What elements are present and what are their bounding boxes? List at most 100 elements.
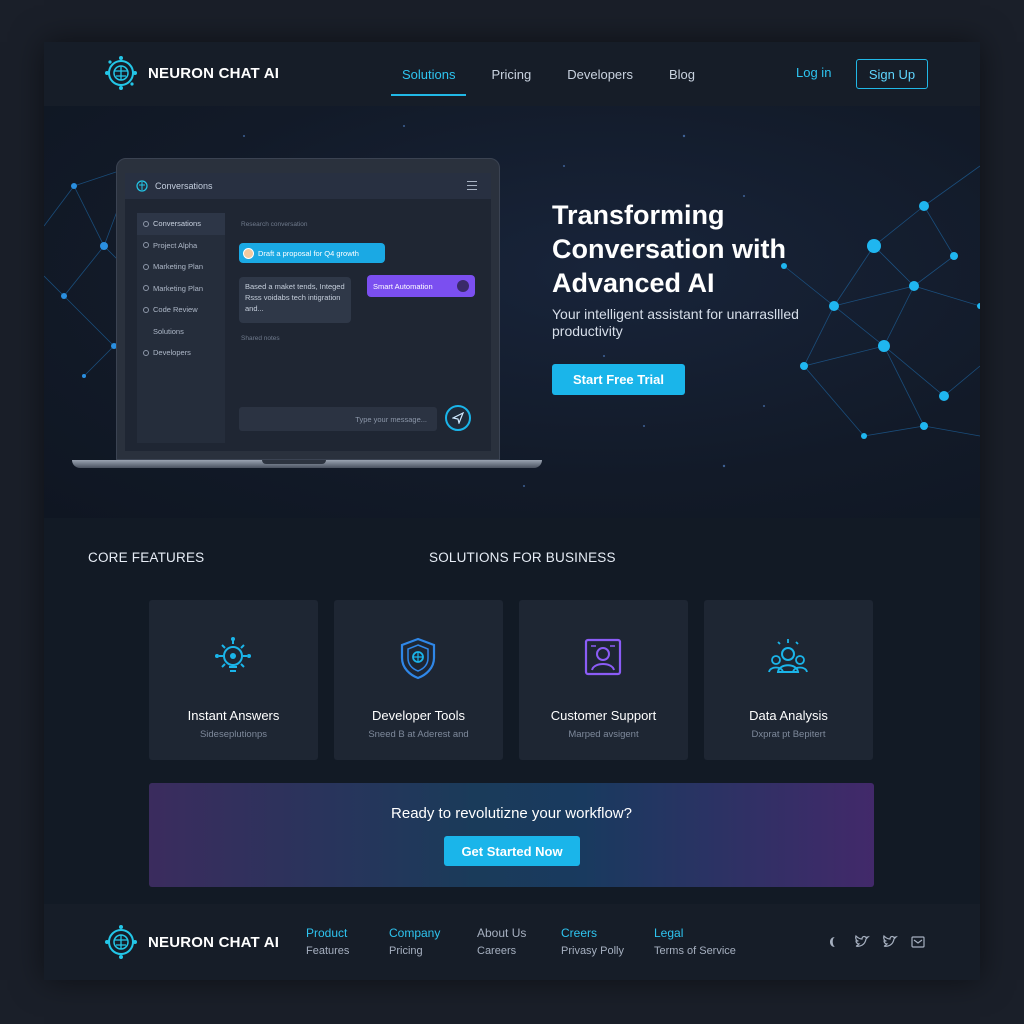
app-screen: Conversations Conversations Project Alph… xyxy=(125,173,491,451)
footer-brand[interactable]: NEURON CHAT AI xyxy=(102,922,279,962)
footer-link[interactable]: Privasy Polly xyxy=(561,945,624,957)
card-title: Developer Tools xyxy=(372,708,465,723)
landing-page: NEURON CHAT AI Solutions Pricing Develop… xyxy=(44,42,980,980)
nav-link-developers[interactable]: Developers xyxy=(549,42,651,106)
top-nav: NEURON CHAT AI Solutions Pricing Develop… xyxy=(44,42,980,106)
sidebar-item-label: Marketing Plan xyxy=(153,283,204,293)
sidebar-item-project-alpha[interactable]: Project Alpha xyxy=(137,235,225,257)
footer-heading[interactable]: Product xyxy=(306,926,349,940)
send-icon xyxy=(452,412,464,424)
card-subtitle: Sideseplutionps xyxy=(199,729,268,740)
message-input[interactable]: Type your message... xyxy=(239,407,437,431)
laptop-mockup: Conversations Conversations Project Alph… xyxy=(116,158,500,460)
footer-heading[interactable]: Legal xyxy=(654,926,736,940)
brain-logo-icon xyxy=(105,56,137,90)
footer-column-company: Company Pricing xyxy=(389,926,440,957)
chat-note: Shared notes xyxy=(241,335,280,342)
shield-brain-icon xyxy=(400,637,436,680)
card-title: Customer Support xyxy=(550,708,657,723)
core-features-heading: CORE FEATURES xyxy=(88,550,205,565)
app-title: Conversations xyxy=(155,181,213,191)
user-icon xyxy=(143,349,149,356)
cta-text: Ready to revolutizne your workflow? xyxy=(391,805,632,822)
hero-title: Transforming Conversation with Advanced … xyxy=(552,200,787,298)
agent-screen-icon xyxy=(584,638,622,676)
footer-heading[interactable]: Creers xyxy=(561,926,624,940)
footer-column-legal: Legal Terms of Service xyxy=(654,926,736,957)
user-message-text: Draft a proposal for Q4 growth xyxy=(258,248,359,258)
sidebar-item-label: Code Review xyxy=(153,305,198,315)
send-button[interactable] xyxy=(445,405,471,431)
card-title: Instant Answers xyxy=(187,708,280,723)
footer-heading[interactable]: Company xyxy=(389,926,440,940)
card-subtitle: Dxprat pt Bepitert xyxy=(751,729,826,740)
folder-icon xyxy=(143,242,149,249)
sidebar-item-label: Marketing Plan xyxy=(153,262,204,272)
footer-link[interactable]: Features xyxy=(306,945,349,957)
sidebar-item-label: Conversations xyxy=(153,219,201,229)
footer: NEURON CHAT AI Product Features Company … xyxy=(44,904,980,980)
brain-logo-icon xyxy=(105,925,137,959)
ai-message: Based a maket tends, Integed Rsss voidab… xyxy=(239,277,351,323)
sidebar-item-solutions[interactable]: Solutions xyxy=(137,321,225,343)
card-subtitle: Sneed B at Aderest and xyxy=(368,729,469,740)
chat-hint: Research conversation xyxy=(241,221,308,228)
hero-section: Conversations Conversations Project Alph… xyxy=(44,106,980,518)
smart-automation-chip[interactable]: Smart Automation xyxy=(367,275,475,297)
brain-logo-icon xyxy=(136,180,148,192)
sidebar-item-label: Project Alpha xyxy=(153,240,198,250)
footer-column-careers: Creers Privasy Polly xyxy=(561,926,624,957)
feature-card-developer-tools[interactable]: Developer Tools Sneed B at Aderest and xyxy=(334,600,503,760)
footer-column-about: About Us Careers xyxy=(477,926,526,957)
moon-icon[interactable] xyxy=(826,934,842,950)
mail-icon[interactable] xyxy=(910,934,926,950)
code-icon xyxy=(143,306,149,313)
hero-subtitle: Your intelligent assistant for unarrasll… xyxy=(552,306,799,339)
bulb-network-icon xyxy=(215,637,251,672)
footer-column-product: Product Features xyxy=(306,926,349,957)
card-title: Data Analysis xyxy=(749,708,828,723)
twitter-icon[interactable] xyxy=(854,934,870,950)
footer-link[interactable]: Careers xyxy=(477,945,526,957)
sidebar-item-label: Developers xyxy=(153,348,191,358)
chat-icon xyxy=(143,220,149,227)
nav-link-solutions[interactable]: Solutions xyxy=(384,42,473,106)
feature-card-instant-answers[interactable]: Instant Answers Sideseplutionps xyxy=(149,600,318,760)
footer-link[interactable]: Terms of Service xyxy=(654,945,736,957)
hamburger-menu-icon[interactable] xyxy=(467,181,477,190)
team-network-icon xyxy=(768,639,808,673)
sparkle-icon xyxy=(457,280,469,292)
card-subtitle: Marped avsigent xyxy=(568,729,639,740)
sidebar-item-developers[interactable]: Developers xyxy=(137,342,225,364)
nav-links: Solutions Pricing Developers Blog xyxy=(384,42,713,106)
app-titlebar: Conversations xyxy=(125,173,491,199)
sidebar-item-marketing-plan-2[interactable]: Marketing Plan xyxy=(137,278,225,300)
chat-area: Research conversation Draft a proposal f… xyxy=(233,213,483,443)
laptop-notch xyxy=(262,460,326,464)
nav-link-pricing[interactable]: Pricing xyxy=(473,42,549,106)
sidebar-item-code-review[interactable]: Code Review xyxy=(137,299,225,321)
footer-link[interactable]: Pricing xyxy=(389,945,440,957)
login-link[interactable]: Log in xyxy=(796,65,831,80)
nav-link-blog[interactable]: Blog xyxy=(651,42,713,106)
avatar xyxy=(243,247,254,259)
solutions-heading: SOLUTIONS FOR BUSINESS xyxy=(429,550,616,565)
sidebar-item-label: Solutions xyxy=(153,326,184,336)
start-free-trial-button[interactable]: Start Free Trial xyxy=(552,364,685,395)
twitter-icon[interactable] xyxy=(882,934,898,950)
signup-button[interactable]: Sign Up xyxy=(856,59,928,89)
sidebar-item-marketing-plan[interactable]: Marketing Plan xyxy=(137,256,225,278)
app-sidebar: Conversations Project Alpha Marketing Pl… xyxy=(137,213,225,443)
footer-brand-name: NEURON CHAT AI xyxy=(148,933,280,951)
get-started-button[interactable]: Get Started Now xyxy=(444,836,580,866)
cta-banner: Ready to revolutizne your workflow? Get … xyxy=(149,783,874,887)
folder-icon xyxy=(143,285,149,292)
sidebar-item-conversations[interactable]: Conversations xyxy=(137,213,225,235)
feature-card-customer-support[interactable]: Customer Support Marped avsigent xyxy=(519,600,688,760)
footer-heading[interactable]: About Us xyxy=(477,926,526,940)
user-message: Draft a proposal for Q4 growth xyxy=(239,243,385,263)
folder-icon xyxy=(143,263,149,270)
brand-name: NEURON CHAT AI xyxy=(148,64,280,82)
feature-card-data-analysis[interactable]: Data Analysis Dxprat pt Bepitert xyxy=(704,600,873,760)
brand[interactable]: NEURON CHAT AI xyxy=(102,54,279,92)
